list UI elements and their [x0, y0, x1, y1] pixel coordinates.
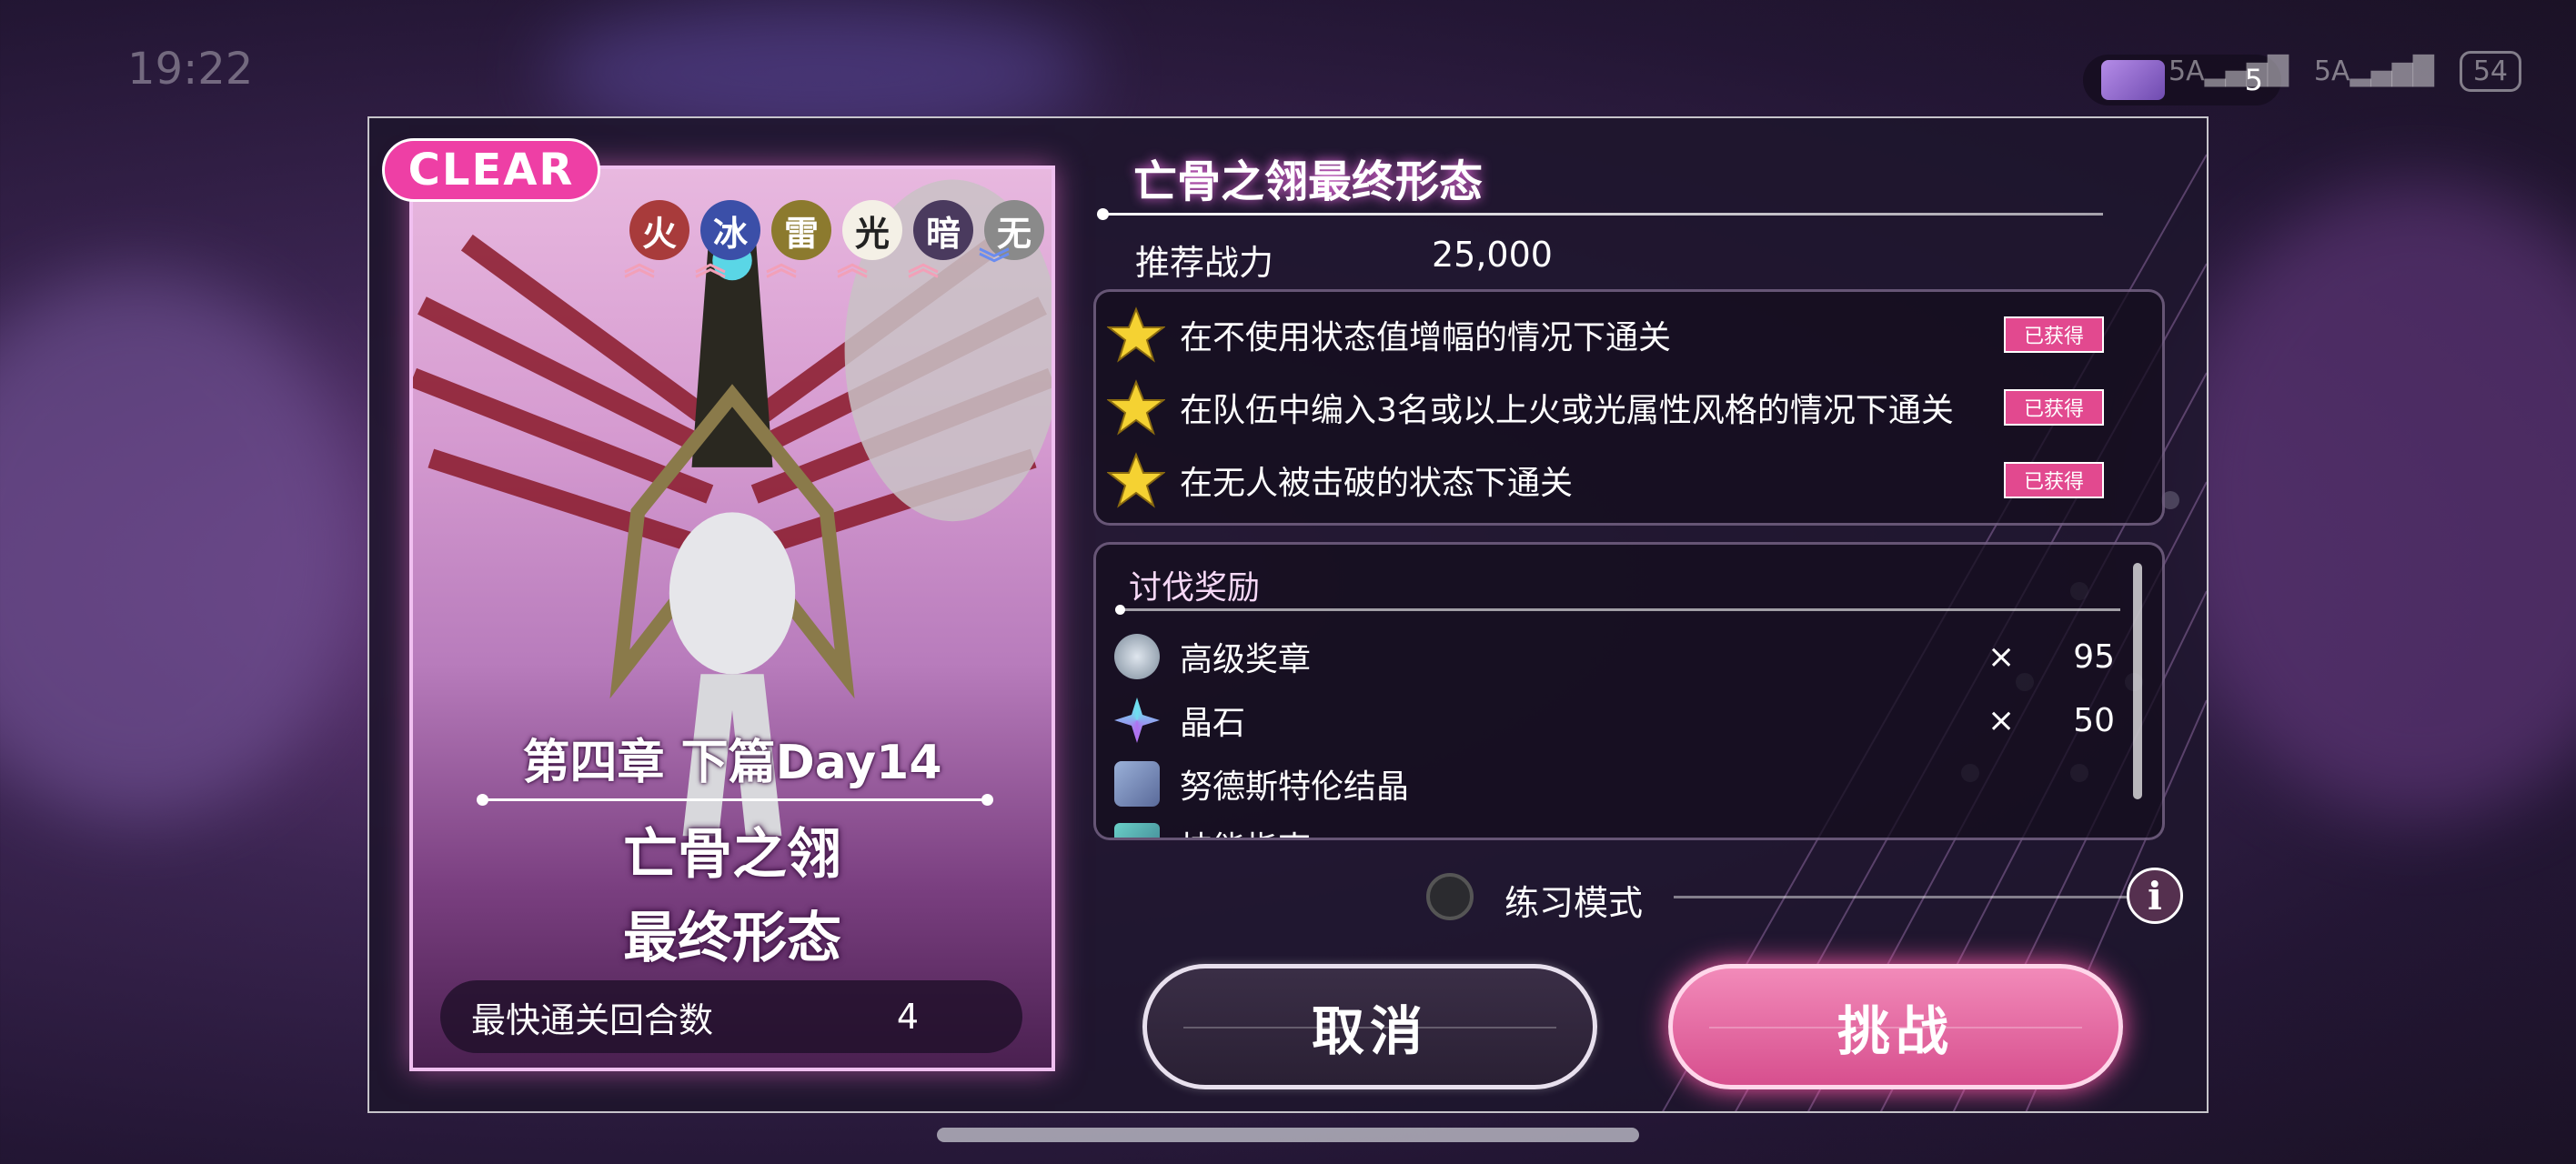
- reward-times: ×: [1987, 701, 2016, 739]
- rewards-divider: [1115, 605, 2120, 615]
- stage-info-panel: 火 ︽ 冰 ︽ 雷 ︽ 光 ︽ 暗 ︽ 无 ︾ 第四章 下篇Day14 亡骨之翎 最终形态 …: [367, 116, 2209, 1113]
- info-button[interactable]: i: [2127, 868, 2183, 924]
- chapter-label: 第四章 下篇Day14: [522, 736, 942, 790]
- rewards-scrollbar[interactable]: [2133, 563, 2142, 799]
- fastest-clear-turns: 最快通关回合数 4: [440, 980, 1022, 1053]
- condition-row: 在不使用状态值增幅的情况下通关 已获得: [1107, 303, 2153, 366]
- element-weakness-row: 火 ︽ 冰 ︽ 雷 ︽ 光 ︽ 暗 ︽ 无 ︾: [624, 200, 1044, 280]
- condition-text: 在队伍中编入3名或以上火或光属性风格的情况下通关: [1180, 392, 1954, 429]
- background-blur: [0, 273, 364, 818]
- background-blur: [2165, 182, 2576, 818]
- condition-text: 在不使用状态值增幅的情况下通关: [1180, 319, 1672, 356]
- stage-title: 亡骨之翎最终形态: [1133, 156, 1484, 207]
- condition-row: 在无人被击破的状态下通关 已获得: [1107, 448, 2153, 512]
- practice-divider: [1674, 896, 2128, 898]
- star-icon: [1107, 379, 1165, 436]
- star-icon: [1107, 306, 1165, 363]
- earned-badge: 已获得: [2004, 389, 2104, 426]
- condition-row: 在队伍中编入3名或以上火或光属性风格的情况下通关 已获得: [1107, 376, 2153, 439]
- boss-name: 亡骨之翎 最终形态: [623, 823, 841, 970]
- reward-amount: 50: [2073, 701, 2115, 739]
- reward-name: 技能指南: [1180, 822, 1311, 838]
- recommended-power-label: 推荐战力: [1135, 243, 1274, 283]
- crystal-icon: [1114, 697, 1160, 743]
- status-icons: 5A▂▄▆█ 5A▂▄▆█ 54: [2168, 51, 2521, 92]
- title-divider: [1097, 208, 2103, 220]
- recommended-power-value: 25,000: [1432, 235, 1553, 275]
- cancel-button[interactable]: 取消: [1142, 964, 1597, 1089]
- chapter-divider: [477, 794, 993, 806]
- none-element-icon: 无 ︾: [979, 200, 1044, 280]
- reward-item[interactable]: 努德斯特伦结晶: [1114, 756, 2115, 812]
- thunder-element-icon: 雷 ︽: [766, 200, 831, 280]
- signal-icon: 5A▂▄▆█: [2313, 55, 2434, 87]
- light-element-icon: 光 ︽: [837, 200, 902, 280]
- reward-item[interactable]: 高级奖章 × 95: [1114, 628, 2115, 685]
- rewards-list[interactable]: 讨伐奖励 高级奖章 × 95 晶石 × 50 努德斯特伦结晶 技能指南: [1093, 542, 2165, 840]
- reward-name: 晶石: [1180, 705, 1246, 742]
- reward-times: ×: [1987, 637, 2016, 676]
- condition-text: 在无人被击破的状态下通关: [1180, 465, 1574, 502]
- reward-name: 努德斯特伦结晶: [1180, 768, 1410, 806]
- crystal-shard-icon: [1114, 761, 1160, 807]
- cancel-label: 取消: [1311, 1000, 1428, 1062]
- dark-element-icon: 暗 ︽: [908, 200, 973, 280]
- clear-badge: CLEAR: [382, 138, 600, 202]
- earned-badge: 已获得: [2004, 462, 2104, 498]
- boss-card: 火 ︽ 冰 ︽ 雷 ︽ 光 ︽ 暗 ︽ 无 ︾ 第四章 下篇Day14 亡骨之翎 最终形态 …: [409, 166, 1055, 1071]
- battery-icon: 54: [2459, 51, 2521, 92]
- reward-item[interactable]: 晶石 × 50: [1114, 692, 2115, 748]
- reward-amount: 95: [2073, 637, 2115, 676]
- ice-element-icon: 冰 ︽: [695, 200, 760, 280]
- challenge-button[interactable]: 挑战: [1668, 964, 2123, 1089]
- star-icon: [1107, 452, 1165, 508]
- practice-mode-label: 练习模式: [1504, 883, 1644, 923]
- home-indicator[interactable]: [937, 1128, 1639, 1142]
- fastest-label: 最快通关回合数: [471, 999, 714, 1040]
- status-time: 19:22: [127, 44, 254, 95]
- fire-element-icon: 火 ︽: [624, 200, 689, 280]
- signal-icon: 5A▂▄▆█: [2168, 55, 2289, 87]
- reward-name: 高级奖章: [1180, 641, 1312, 678]
- skill-guide-icon: [1114, 823, 1160, 838]
- clear-conditions: 在不使用状态值增幅的情况下通关 已获得 在队伍中编入3名或以上火或光属性风格的情…: [1093, 289, 2165, 526]
- fastest-value: 4: [896, 997, 919, 1037]
- medal-icon: [1114, 634, 1160, 679]
- ticket-icon: [2101, 60, 2165, 100]
- rewards-title: 讨伐奖励: [1129, 569, 1261, 607]
- practice-mode-toggle[interactable]: [1426, 873, 1474, 920]
- reward-item[interactable]: 技能指南: [1114, 818, 2115, 838]
- earned-badge: 已获得: [2004, 316, 2104, 353]
- challenge-label: 挑战: [1836, 1000, 1954, 1062]
